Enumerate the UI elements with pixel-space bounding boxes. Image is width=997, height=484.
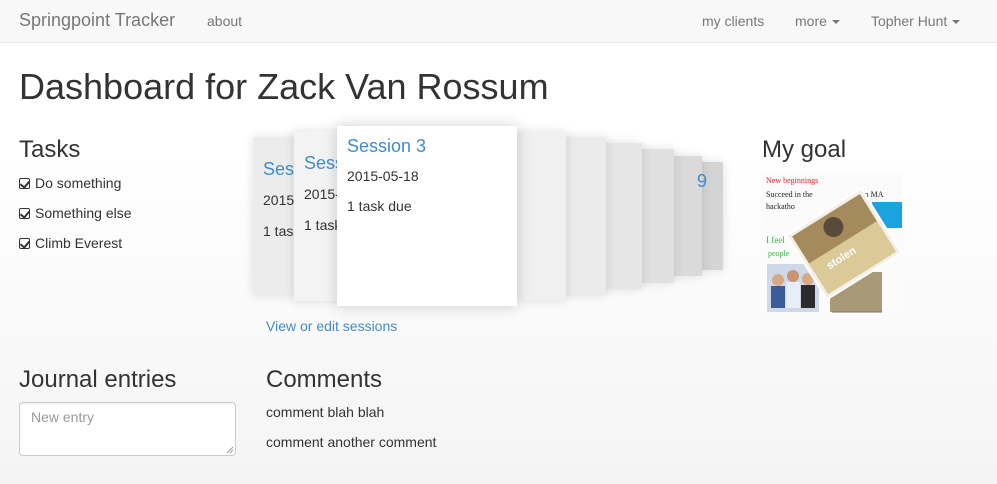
nav-my-clients[interactable]: my clients — [702, 13, 764, 29]
checkbox-checked-icon[interactable] — [19, 178, 30, 189]
goal-collage-text: I feel — [766, 235, 785, 245]
tasks-heading: Tasks — [19, 136, 81, 163]
brand-link[interactable]: Springpoint Tracker — [19, 10, 175, 31]
session-card-back[interactable] — [562, 137, 606, 295]
goal-collage-text: hackatho — [766, 202, 795, 211]
session-card-due: 1 task due — [347, 198, 412, 214]
goal-heading: My goal — [762, 136, 847, 163]
nav-user-dropdown[interactable]: Topher Hunt — [871, 13, 961, 29]
nav-user-label: Topher Hunt — [871, 13, 948, 29]
comment-item: comment blah blah — [266, 404, 385, 420]
nav-more-dropdown[interactable]: more — [795, 13, 840, 29]
comment-item: comment another comment — [266, 434, 437, 450]
task-item[interactable]: Do something — [19, 175, 121, 191]
goal-collage-text: people — [768, 249, 790, 258]
task-label: Climb Everest — [35, 235, 123, 251]
goal-collage-image[interactable]: New beginnings Succeed in the rn MA hack… — [762, 172, 912, 317]
view-sessions-link[interactable]: View or edit sessions — [266, 318, 397, 334]
session-card-active[interactable]: Session 3 2015-05-18 1 task due — [337, 126, 517, 306]
chevron-down-icon — [952, 20, 961, 25]
journal-entry-input[interactable] — [19, 402, 236, 456]
nav-more-label: more — [795, 13, 827, 29]
chevron-down-icon — [831, 20, 840, 25]
journal-heading: Journal entries — [19, 366, 177, 393]
session-card-back[interactable]: 9 — [670, 156, 707, 276]
navbar: Springpoint Tracker about my clients mor… — [0, 0, 997, 43]
session-card-back[interactable] — [638, 149, 674, 283]
session-carousel[interactable]: 9 Sess 2015 1 task Sess 2015- 1 task Ses… — [250, 120, 730, 310]
session-card-date: 2015-05-18 — [347, 168, 419, 184]
task-label: Do something — [35, 175, 122, 191]
session-card-title[interactable]: Session 3 — [347, 136, 426, 157]
goal-collage-text: Succeed in the — [766, 190, 813, 199]
resize-grip-icon[interactable] — [226, 446, 234, 454]
task-label: Something else — [35, 205, 132, 221]
nav-about[interactable]: about — [207, 13, 242, 29]
checkbox-checked-icon[interactable] — [19, 238, 30, 249]
task-item[interactable]: Climb Everest — [19, 235, 122, 251]
goal-collage-text: New beginnings — [766, 176, 818, 185]
task-item[interactable]: Something else — [19, 205, 132, 221]
comments-heading: Comments — [266, 366, 383, 393]
checkbox-checked-icon[interactable] — [19, 208, 30, 219]
session-card-glyph: 9 — [696, 171, 707, 191]
session-card-back[interactable] — [516, 132, 566, 300]
page-title: Dashboard for Zack Van Rossum — [19, 66, 549, 107]
session-card-back[interactable] — [602, 143, 642, 289]
